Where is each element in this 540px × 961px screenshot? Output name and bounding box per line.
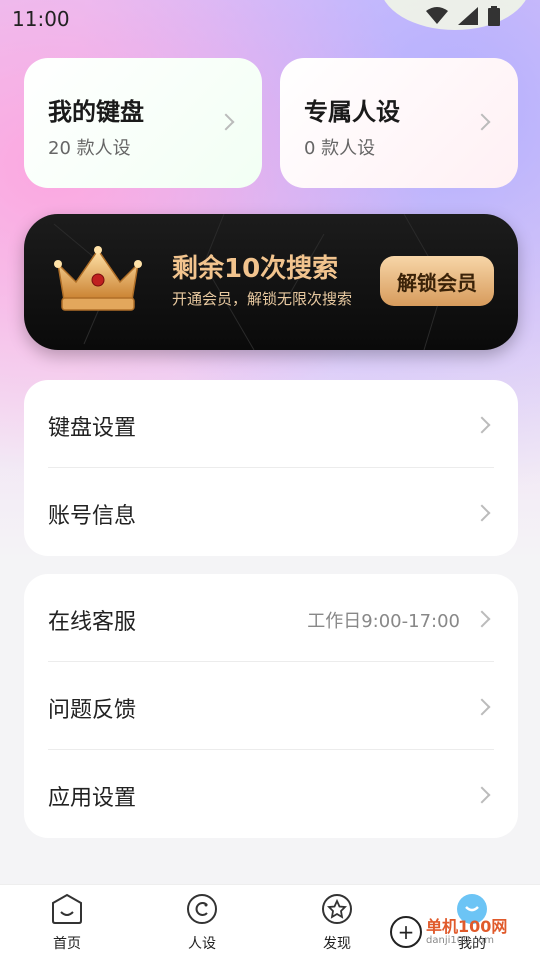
row-account-info[interactable]: 账号信息 [24, 468, 518, 556]
chevron-right-icon [473, 698, 491, 716]
row-keyboard-settings[interactable]: 键盘设置 [24, 380, 518, 468]
status-icons [426, 6, 500, 26]
nav-label: 人设 [188, 936, 216, 952]
vip-banner[interactable]: 剩余10次搜索 开通会员，解锁无限次搜索 解锁会员 [24, 214, 518, 350]
home-icon [52, 893, 82, 924]
watermark: + 单机100网 danji100.com [390, 916, 507, 948]
signal-icon [458, 7, 478, 25]
nav-discover[interactable]: 发现 [297, 893, 377, 953]
row-label: 问题反馈 [48, 698, 137, 723]
unlock-vip-button[interactable]: 解锁会员 [380, 256, 494, 306]
my-keyboard-count: 20 款人设 [48, 138, 131, 159]
banner-subtitle: 开通会员，解锁无限次搜索 [172, 290, 353, 308]
row-label: 账号信息 [48, 504, 137, 529]
row-app-settings[interactable]: 应用设置 [24, 750, 518, 838]
row-feedback[interactable]: 问题反馈 [24, 662, 518, 750]
banner-title: 剩余10次搜索 [172, 254, 339, 284]
settings-group-primary: 键盘设置 账号信息 [24, 380, 518, 556]
settings-group-secondary: 在线客服 工作日9:00-17:00 问题反馈 应用设置 [24, 574, 518, 838]
nav-home[interactable]: 首页 [27, 893, 107, 953]
row-label: 应用设置 [48, 786, 137, 811]
status-time: 11:00 [12, 7, 70, 31]
chevron-right-icon [473, 416, 491, 434]
battery-icon [488, 6, 500, 26]
exclusive-persona-count: 0 款人设 [304, 138, 376, 159]
my-keyboard-title: 我的键盘 [48, 98, 144, 126]
nav-label: 首页 [53, 936, 81, 952]
wifi-icon [426, 7, 448, 24]
support-hours: 工作日9:00-17:00 [307, 611, 460, 632]
watermark-text-block: 单机100网 danji100.com [426, 916, 508, 946]
chevron-right-icon [473, 610, 491, 628]
discover-icon [322, 894, 352, 924]
status-bar: 11:00 [0, 0, 540, 36]
watermark-text: 单机100网 [426, 916, 508, 936]
my-keyboard-card[interactable]: 我的键盘 20 款人设 [24, 58, 262, 188]
row-online-support[interactable]: 在线客服 工作日9:00-17:00 [24, 574, 518, 662]
nav-persona[interactable]: 人设 [162, 893, 242, 953]
exclusive-persona-title: 专属人设 [304, 98, 400, 126]
chevron-right-icon [473, 786, 491, 804]
chevron-right-icon [473, 504, 491, 522]
crown-icon [54, 246, 142, 311]
persona-icon [187, 894, 217, 924]
exclusive-persona-card[interactable]: 专属人设 0 款人设 [280, 58, 518, 188]
row-label: 键盘设置 [48, 416, 137, 441]
watermark-url: danji100.com [426, 934, 494, 946]
chevron-right-icon [473, 113, 491, 131]
nav-label: 发现 [323, 936, 351, 952]
chevron-right-icon [217, 113, 235, 131]
watermark-plus-icon: + [390, 916, 422, 948]
row-label: 在线客服 [48, 610, 137, 635]
